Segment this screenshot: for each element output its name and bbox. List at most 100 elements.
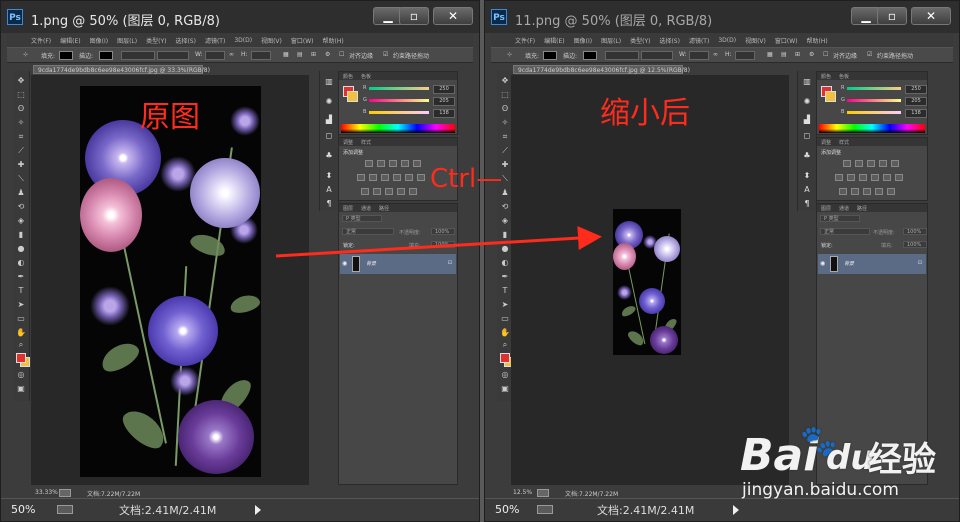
menu-layer[interactable]: 图层(L): [117, 36, 137, 45]
history-icon[interactable]: ▥: [802, 77, 812, 86]
zoom-toggle-icon[interactable]: [537, 505, 553, 514]
posterize-icon[interactable]: [373, 188, 381, 195]
blend-mode-select[interactable]: 正常: [342, 228, 394, 235]
gear-icon[interactable]: ⚙: [325, 51, 330, 58]
menu-select[interactable]: 选择(S): [175, 36, 196, 45]
actions-icon[interactable]: ✺: [802, 97, 812, 106]
character-icon[interactable]: A: [802, 185, 812, 194]
status-icon[interactable]: [537, 489, 549, 497]
selective-color-icon[interactable]: [409, 188, 417, 195]
crop-tool-icon[interactable]: ⌗: [16, 133, 26, 141]
gradient-map-icon[interactable]: [875, 188, 883, 195]
menu-filter[interactable]: 滤镜(T): [689, 36, 709, 45]
clone-source-icon[interactable]: ⬍: [324, 171, 334, 180]
gradient-tool-icon[interactable]: ▮: [500, 231, 510, 239]
title-bar[interactable]: Ps 1.png @ 50% (图层 0, RGB/8) ▁ ▫ ✕: [1, 1, 479, 33]
height-field[interactable]: [735, 51, 755, 60]
quick-mask-icon[interactable]: ◎: [500, 371, 510, 379]
fill-opacity-field[interactable]: 100%: [431, 241, 455, 248]
screen-mode-icon[interactable]: ▣: [16, 385, 26, 393]
b-value[interactable]: 138: [905, 109, 927, 118]
path-selection-icon[interactable]: ➤: [16, 301, 26, 309]
info-icon[interactable]: ◻: [324, 131, 334, 140]
menu-view[interactable]: 视图(V): [745, 36, 766, 45]
magic-wand-icon[interactable]: ✧: [16, 119, 26, 127]
opacity-field[interactable]: 100%: [903, 228, 927, 235]
menu-edit[interactable]: 编辑(E): [544, 36, 564, 45]
b-slider[interactable]: B 138: [841, 109, 927, 118]
align-edges-checkbox[interactable]: ☐: [823, 51, 828, 58]
brightness-icon[interactable]: [843, 160, 851, 167]
document-tab[interactable]: 9cda1774de9bdb8c6ee98e43006fcf.jpg @ 12.…: [513, 65, 690, 74]
screen-mode-icon[interactable]: ▣: [500, 385, 510, 393]
move-tool-icon[interactable]: ✥: [500, 77, 510, 85]
g-slider[interactable]: G 205: [363, 97, 457, 106]
vibrance-icon[interactable]: [891, 160, 899, 167]
path-ops-icon[interactable]: ▦: [767, 51, 773, 58]
paragraph-icon[interactable]: ¶: [802, 199, 812, 208]
lasso-tool-icon[interactable]: ʘ: [500, 105, 510, 113]
bw-icon[interactable]: [859, 174, 867, 181]
path-select-icon[interactable]: ⊹: [507, 51, 512, 58]
quick-mask-icon[interactable]: ◎: [16, 371, 26, 379]
color-spectrum[interactable]: [819, 124, 925, 133]
healing-brush-icon[interactable]: ✚: [16, 161, 26, 169]
path-select-icon[interactable]: ⊹: [23, 51, 28, 58]
maximize-button[interactable]: ▫: [877, 7, 907, 25]
bw-icon[interactable]: [381, 174, 389, 181]
b-value[interactable]: 138: [433, 109, 455, 118]
tab-styles[interactable]: 样式: [839, 139, 849, 146]
path-selection-icon[interactable]: ➤: [500, 301, 510, 309]
type-tool-icon[interactable]: T: [500, 287, 510, 295]
maximize-button[interactable]: ▫: [399, 7, 429, 25]
link-icon[interactable]: ∞: [713, 51, 718, 58]
magic-wand-icon[interactable]: ✧: [500, 119, 510, 127]
play-arrow-icon[interactable]: [733, 505, 739, 515]
crop-tool-icon[interactable]: ⌗: [500, 133, 510, 141]
stroke-width-field[interactable]: [605, 51, 639, 60]
menu-window[interactable]: 窗口(W): [291, 36, 314, 45]
width-field[interactable]: [689, 51, 709, 60]
photo-filter-icon[interactable]: [871, 174, 879, 181]
align-edges-checkbox[interactable]: ☐: [339, 51, 344, 58]
gradient-map-icon[interactable]: [397, 188, 405, 195]
info-icon[interactable]: ◻: [802, 131, 812, 140]
histogram-icon[interactable]: ▟: [324, 115, 334, 124]
dodge-tool-icon[interactable]: ◐: [500, 259, 510, 267]
menu-layer[interactable]: 图层(L): [601, 36, 621, 45]
hand-tool-icon[interactable]: ✋: [500, 329, 510, 337]
b-slider[interactable]: B 138: [363, 109, 457, 118]
color-lookup-icon[interactable]: [895, 174, 903, 181]
color-spectrum[interactable]: [341, 124, 455, 133]
close-button[interactable]: ✕: [433, 7, 473, 25]
blend-mode-select[interactable]: 正常: [820, 228, 870, 235]
tab-styles[interactable]: 样式: [361, 139, 371, 146]
exposure-icon[interactable]: [879, 160, 887, 167]
tab-channels[interactable]: 通道: [839, 205, 849, 212]
menu-window[interactable]: 窗口(W): [775, 36, 798, 45]
eye-icon[interactable]: ◉: [342, 260, 347, 267]
title-bar[interactable]: Ps 11.png @ 50% (图层 0, RGB/8) ▁ ▫ ✕: [485, 1, 959, 33]
tab-color[interactable]: 颜色: [821, 73, 831, 80]
history-brush-icon[interactable]: ⟲: [16, 203, 26, 211]
menu-3d[interactable]: 3D(D): [718, 37, 736, 44]
blur-tool-icon[interactable]: ●: [16, 245, 26, 253]
pen-tool-icon[interactable]: ✒: [16, 273, 26, 281]
constrain-checkbox[interactable]: ☑: [383, 51, 388, 58]
eraser-tool-icon[interactable]: ◈: [500, 217, 510, 225]
color-bg-swatch[interactable]: [825, 91, 836, 102]
threshold-icon[interactable]: [385, 188, 393, 195]
menu-edit[interactable]: 编辑(E): [60, 36, 80, 45]
brush-presets-icon[interactable]: ♣: [802, 151, 812, 160]
brush-tool-icon[interactable]: ⟍: [16, 175, 26, 183]
eyedropper-icon[interactable]: ⟋: [16, 147, 26, 155]
channel-mixer-icon[interactable]: [405, 174, 413, 181]
menu-view[interactable]: 视图(V): [261, 36, 282, 45]
stroke-width-field[interactable]: [121, 51, 155, 60]
link-icon[interactable]: ∞: [229, 51, 234, 58]
close-button[interactable]: ✕: [911, 7, 951, 25]
pen-tool-icon[interactable]: ✒: [500, 273, 510, 281]
tab-layers[interactable]: 图层: [343, 205, 353, 212]
path-align-icon[interactable]: ▤: [297, 51, 303, 58]
curves-icon[interactable]: [389, 160, 397, 167]
